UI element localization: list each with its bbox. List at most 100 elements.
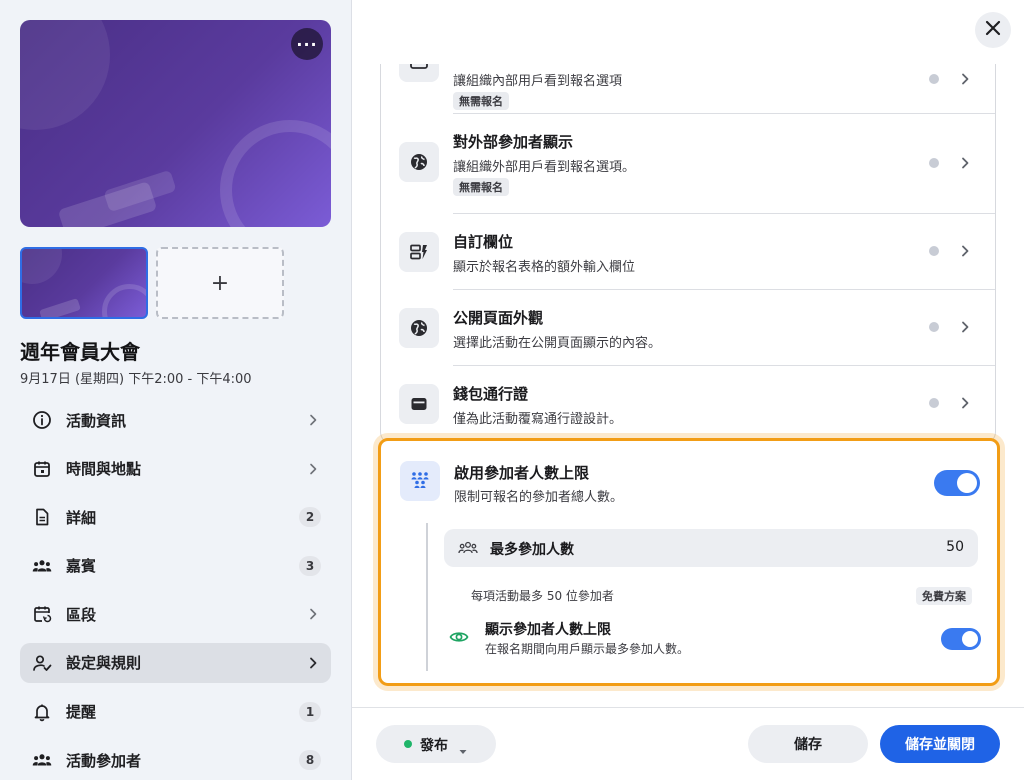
chevron-right-icon [957, 155, 973, 171]
setting-description: 僅為此活動覆寫通行證設計。 [453, 412, 623, 427]
show-capacity-description: 在報名期間向用戶顯示最多參加人數。 [485, 642, 690, 656]
sidebar-item-event-info[interactable]: 活動資訊 [20, 400, 331, 440]
sidebar-item-label: 活動資訊 [66, 411, 127, 430]
setting-title: 自訂欄位 [453, 233, 514, 251]
sidebar-item-label: 提醒 [66, 703, 97, 722]
nested-indicator-line [426, 523, 428, 671]
add-cover-button[interactable]: + [156, 247, 284, 319]
status-dot [929, 246, 939, 256]
calendar-icon [32, 459, 52, 479]
custom-field-icon [399, 232, 439, 272]
publish-dropdown[interactable]: 發布 [376, 725, 496, 763]
cover-thumbnail-selected[interactable] [20, 247, 148, 319]
calendar-repeat-icon [32, 604, 52, 624]
sidebar-item-attendees[interactable]: 活動參加者 8 [20, 740, 331, 780]
published-status-dot [404, 740, 412, 748]
people-icon [32, 556, 52, 576]
show-capacity-toggle[interactable] [941, 628, 981, 650]
sidebar-item-label: 設定與規則 [66, 654, 142, 673]
capacity-section-highlighted: 啟用參加者人數上限 限制可報名的參加者總人數。 最多參加人數 50 每項活動最多… [378, 438, 1000, 686]
settings-panel: 讓組織內部用戶看到報名選項 無需報名 對外部參加者顯示 讓組織外部用戶看到報名選… [352, 0, 1024, 780]
cover-decoration [220, 120, 331, 227]
badge-icon [399, 64, 439, 82]
status-dot [929, 158, 939, 168]
sidebar-item-guests[interactable]: 嘉賓 3 [20, 546, 331, 586]
count-badge: 3 [299, 555, 321, 576]
thumb-decoration [39, 298, 81, 317]
capacity-toggle[interactable] [934, 470, 980, 496]
plus-icon: + [210, 270, 230, 296]
thumb-decoration [102, 284, 146, 317]
show-capacity-title: 顯示參加者人數上限 [485, 622, 611, 638]
close-button[interactable] [975, 12, 1011, 48]
count-badge: 8 [299, 750, 321, 771]
settings-list: 讓組織內部用戶看到報名選項 無需報名 對外部參加者顯示 讓組織外部用戶看到報名選… [380, 64, 996, 444]
setting-description: 讓組織內部用戶看到報名選項 [453, 74, 623, 89]
more-options-icon[interactable]: ··· [291, 28, 323, 60]
chevron-right-icon [957, 395, 973, 411]
chevron-right-icon [957, 319, 973, 335]
sidebar-item-label: 時間與地點 [66, 460, 142, 479]
info-icon [32, 410, 52, 430]
bell-icon [32, 702, 52, 722]
setting-row-public-page[interactable]: 公開頁面外觀 選擇此活動在公開頁面顯示的內容。 [381, 290, 995, 366]
setting-title: 對外部參加者顯示 [453, 133, 574, 151]
setting-description: 顯示於報名表格的額外輸入欄位 [453, 260, 636, 275]
plan-badge: 免費方案 [916, 587, 972, 605]
eye-icon [449, 629, 469, 645]
chevron-right-icon [305, 412, 321, 428]
max-attendees-value[interactable]: 50 [946, 539, 964, 555]
count-badge: 2 [299, 507, 321, 528]
setting-description: 讓組織外部用戶看到報名選項。 [453, 160, 636, 175]
sidebar-item-time-location[interactable]: 時間與地點 [20, 449, 331, 489]
globe-icon [399, 142, 439, 182]
sidebar-item-label: 活動參加者 [66, 751, 142, 770]
setting-row-wallet-pass[interactable]: 錢包通行證 僅為此活動覆寫通行證設計。 [381, 366, 995, 443]
close-icon [984, 19, 1002, 41]
caret-down-icon [458, 741, 468, 754]
document-icon [32, 507, 52, 527]
footer-bar: 發布 儲存 儲存並關閉 [352, 707, 1024, 780]
sidebar-item-label: 嘉賓 [66, 557, 97, 576]
chevron-right-icon [305, 606, 321, 622]
chevron-right-icon [957, 243, 973, 259]
event-date: 9月17日 (星期四) 下午2:00 - 下午4:00 [20, 372, 252, 387]
cover-decoration [20, 20, 110, 130]
cover-image[interactable]: ··· [20, 20, 331, 227]
save-button[interactable]: 儲存 [748, 725, 868, 763]
chevron-right-icon [957, 71, 973, 87]
max-attendees-label: 最多參加人數 [490, 542, 574, 558]
event-title: 週年會員大會 [20, 340, 140, 364]
globe-icon [399, 308, 439, 348]
toggle-knob [962, 631, 978, 647]
group-icon [400, 461, 440, 501]
count-badge: 1 [299, 701, 321, 722]
sidebar-item-sections[interactable]: 區段 [20, 594, 331, 634]
sidebar-item-settings-rules[interactable]: 設定與規則 [20, 642, 331, 683]
setting-title: 公開頁面外觀 [453, 309, 544, 327]
people-icon [32, 750, 52, 770]
sidebar-item-label: 詳細 [66, 508, 97, 527]
setting-tag: 無需報名 [453, 92, 509, 110]
setting-row-internal-visibility[interactable]: 讓組織內部用戶看到報名選項 無需報名 [381, 64, 995, 114]
setting-row-external-visibility[interactable]: 對外部參加者顯示 讓組織外部用戶看到報名選項。 無需報名 [381, 114, 995, 214]
capacity-limit-note: 每項活動最多 50 位參加者 [471, 589, 614, 603]
setting-tag: 無需報名 [453, 178, 509, 196]
sidebar-nav: 活動資訊 時間與地點 詳細 2 嘉賓 3 區段 設定與規則 提醒 1 活動參加者… [20, 400, 331, 780]
setting-description: 選擇此活動在公開頁面顯示的內容。 [453, 336, 662, 351]
capacity-title: 啟用參加者人數上限 [454, 464, 590, 482]
wallet-icon [399, 384, 439, 424]
chevron-right-icon [305, 655, 321, 671]
save-and-close-button[interactable]: 儲存並關閉 [880, 725, 1000, 763]
status-dot [929, 74, 939, 84]
sidebar-item-label: 區段 [66, 605, 97, 624]
max-attendees-field[interactable]: 最多參加人數 50 [444, 529, 978, 567]
setting-title: 錢包通行證 [453, 385, 529, 403]
sidebar-item-reminders[interactable]: 提醒 1 [20, 692, 331, 732]
setting-row-custom-fields[interactable]: 自訂欄位 顯示於報名表格的額外輸入欄位 [381, 214, 995, 290]
sidebar-item-details[interactable]: 詳細 2 [20, 497, 331, 537]
people-icon [458, 539, 478, 557]
user-check-icon [32, 653, 52, 673]
status-dot [929, 322, 939, 332]
status-dot [929, 398, 939, 408]
